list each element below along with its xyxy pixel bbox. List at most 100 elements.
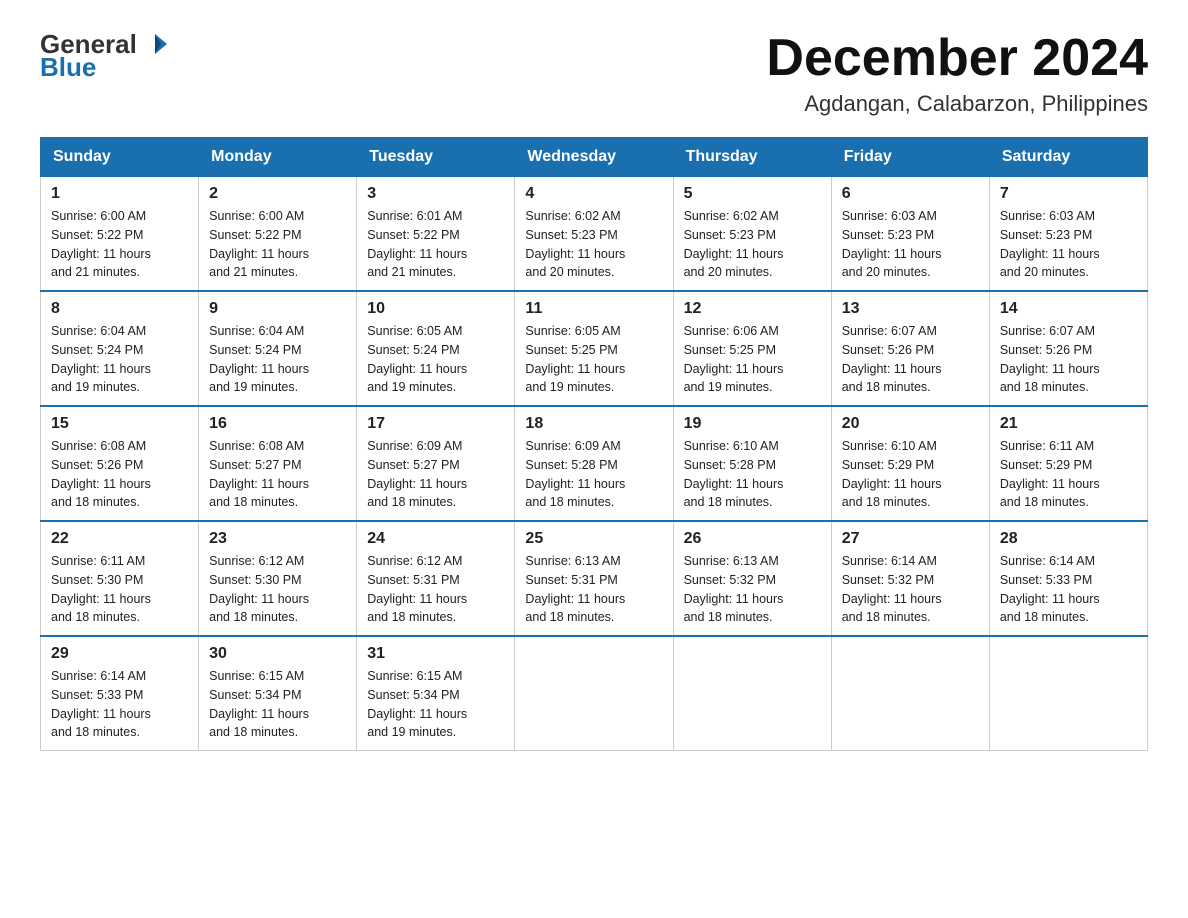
day-info: Sunrise: 6:08 AMSunset: 5:26 PMDaylight:… (51, 439, 151, 509)
calendar-day-cell: 22 Sunrise: 6:11 AMSunset: 5:30 PMDaylig… (41, 521, 199, 636)
day-info: Sunrise: 6:05 AMSunset: 5:25 PMDaylight:… (525, 324, 625, 394)
col-header-monday: Monday (199, 138, 357, 177)
day-info: Sunrise: 6:14 AMSunset: 5:33 PMDaylight:… (1000, 554, 1100, 624)
day-info: Sunrise: 6:12 AMSunset: 5:30 PMDaylight:… (209, 554, 309, 624)
calendar-day-cell: 3 Sunrise: 6:01 AMSunset: 5:22 PMDayligh… (357, 177, 515, 292)
day-info: Sunrise: 6:11 AMSunset: 5:29 PMDaylight:… (1000, 439, 1100, 509)
day-number: 15 (51, 415, 188, 433)
day-info: Sunrise: 6:03 AMSunset: 5:23 PMDaylight:… (1000, 209, 1100, 279)
col-header-friday: Friday (831, 138, 989, 177)
day-number: 2 (209, 185, 346, 203)
calendar-day-cell (989, 636, 1147, 751)
day-number: 16 (209, 415, 346, 433)
calendar-day-cell: 16 Sunrise: 6:08 AMSunset: 5:27 PMDaylig… (199, 406, 357, 521)
calendar-week-row: 1 Sunrise: 6:00 AMSunset: 5:22 PMDayligh… (41, 177, 1148, 292)
logo-blue-text: Blue (40, 54, 169, 80)
day-info: Sunrise: 6:05 AMSunset: 5:24 PMDaylight:… (367, 324, 467, 394)
calendar-day-cell: 24 Sunrise: 6:12 AMSunset: 5:31 PMDaylig… (357, 521, 515, 636)
calendar-week-row: 15 Sunrise: 6:08 AMSunset: 5:26 PMDaylig… (41, 406, 1148, 521)
calendar-day-cell: 9 Sunrise: 6:04 AMSunset: 5:24 PMDayligh… (199, 291, 357, 406)
day-info: Sunrise: 6:14 AMSunset: 5:32 PMDaylight:… (842, 554, 942, 624)
day-info: Sunrise: 6:02 AMSunset: 5:23 PMDaylight:… (525, 209, 625, 279)
calendar-day-cell: 2 Sunrise: 6:00 AMSunset: 5:22 PMDayligh… (199, 177, 357, 292)
day-number: 14 (1000, 300, 1137, 318)
calendar-day-cell: 19 Sunrise: 6:10 AMSunset: 5:28 PMDaylig… (673, 406, 831, 521)
calendar-week-row: 8 Sunrise: 6:04 AMSunset: 5:24 PMDayligh… (41, 291, 1148, 406)
calendar-title: December 2024 (766, 30, 1148, 87)
day-number: 22 (51, 530, 188, 548)
day-info: Sunrise: 6:04 AMSunset: 5:24 PMDaylight:… (51, 324, 151, 394)
day-number: 6 (842, 185, 979, 203)
day-info: Sunrise: 6:14 AMSunset: 5:33 PMDaylight:… (51, 669, 151, 739)
day-number: 5 (684, 185, 821, 203)
day-info: Sunrise: 6:15 AMSunset: 5:34 PMDaylight:… (209, 669, 309, 739)
page-header: General Blue December 2024 Agdangan, Cal… (40, 30, 1148, 117)
day-number: 1 (51, 185, 188, 203)
day-number: 26 (684, 530, 821, 548)
calendar-day-cell: 11 Sunrise: 6:05 AMSunset: 5:25 PMDaylig… (515, 291, 673, 406)
calendar-week-row: 22 Sunrise: 6:11 AMSunset: 5:30 PMDaylig… (41, 521, 1148, 636)
calendar-day-cell (673, 636, 831, 751)
calendar-day-cell: 31 Sunrise: 6:15 AMSunset: 5:34 PMDaylig… (357, 636, 515, 751)
day-number: 11 (525, 300, 662, 318)
col-header-wednesday: Wednesday (515, 138, 673, 177)
day-number: 29 (51, 645, 188, 663)
day-info: Sunrise: 6:12 AMSunset: 5:31 PMDaylight:… (367, 554, 467, 624)
calendar-day-cell: 10 Sunrise: 6:05 AMSunset: 5:24 PMDaylig… (357, 291, 515, 406)
day-info: Sunrise: 6:00 AMSunset: 5:22 PMDaylight:… (209, 209, 309, 279)
calendar-day-cell: 18 Sunrise: 6:09 AMSunset: 5:28 PMDaylig… (515, 406, 673, 521)
day-number: 13 (842, 300, 979, 318)
day-info: Sunrise: 6:10 AMSunset: 5:29 PMDaylight:… (842, 439, 942, 509)
col-header-thursday: Thursday (673, 138, 831, 177)
col-header-tuesday: Tuesday (357, 138, 515, 177)
day-info: Sunrise: 6:07 AMSunset: 5:26 PMDaylight:… (1000, 324, 1100, 394)
calendar-day-cell: 1 Sunrise: 6:00 AMSunset: 5:22 PMDayligh… (41, 177, 199, 292)
day-number: 20 (842, 415, 979, 433)
calendar-day-cell: 12 Sunrise: 6:06 AMSunset: 5:25 PMDaylig… (673, 291, 831, 406)
calendar-week-row: 29 Sunrise: 6:14 AMSunset: 5:33 PMDaylig… (41, 636, 1148, 751)
day-number: 21 (1000, 415, 1137, 433)
day-info: Sunrise: 6:07 AMSunset: 5:26 PMDaylight:… (842, 324, 942, 394)
calendar-day-cell: 8 Sunrise: 6:04 AMSunset: 5:24 PMDayligh… (41, 291, 199, 406)
day-info: Sunrise: 6:06 AMSunset: 5:25 PMDaylight:… (684, 324, 784, 394)
day-number: 7 (1000, 185, 1137, 203)
calendar-day-cell: 17 Sunrise: 6:09 AMSunset: 5:27 PMDaylig… (357, 406, 515, 521)
day-number: 30 (209, 645, 346, 663)
day-number: 8 (51, 300, 188, 318)
day-number: 27 (842, 530, 979, 548)
calendar-day-cell: 25 Sunrise: 6:13 AMSunset: 5:31 PMDaylig… (515, 521, 673, 636)
calendar-day-cell: 27 Sunrise: 6:14 AMSunset: 5:32 PMDaylig… (831, 521, 989, 636)
day-info: Sunrise: 6:09 AMSunset: 5:28 PMDaylight:… (525, 439, 625, 509)
day-number: 19 (684, 415, 821, 433)
calendar-day-cell: 20 Sunrise: 6:10 AMSunset: 5:29 PMDaylig… (831, 406, 989, 521)
calendar-day-cell: 6 Sunrise: 6:03 AMSunset: 5:23 PMDayligh… (831, 177, 989, 292)
day-info: Sunrise: 6:04 AMSunset: 5:24 PMDaylight:… (209, 324, 309, 394)
calendar-day-cell: 4 Sunrise: 6:02 AMSunset: 5:23 PMDayligh… (515, 177, 673, 292)
day-number: 12 (684, 300, 821, 318)
day-number: 28 (1000, 530, 1137, 548)
calendar-table: Sunday Monday Tuesday Wednesday Thursday… (40, 137, 1148, 751)
day-info: Sunrise: 6:02 AMSunset: 5:23 PMDaylight:… (684, 209, 784, 279)
calendar-day-cell: 29 Sunrise: 6:14 AMSunset: 5:33 PMDaylig… (41, 636, 199, 751)
day-info: Sunrise: 6:03 AMSunset: 5:23 PMDaylight:… (842, 209, 942, 279)
calendar-day-cell (515, 636, 673, 751)
day-number: 3 (367, 185, 504, 203)
day-number: 18 (525, 415, 662, 433)
day-number: 31 (367, 645, 504, 663)
calendar-day-cell: 15 Sunrise: 6:08 AMSunset: 5:26 PMDaylig… (41, 406, 199, 521)
day-info: Sunrise: 6:08 AMSunset: 5:27 PMDaylight:… (209, 439, 309, 509)
day-info: Sunrise: 6:11 AMSunset: 5:30 PMDaylight:… (51, 554, 151, 624)
calendar-day-cell: 26 Sunrise: 6:13 AMSunset: 5:32 PMDaylig… (673, 521, 831, 636)
logo: General Blue (40, 30, 169, 80)
day-info: Sunrise: 6:01 AMSunset: 5:22 PMDaylight:… (367, 209, 467, 279)
day-number: 25 (525, 530, 662, 548)
calendar-day-cell (831, 636, 989, 751)
col-header-sunday: Sunday (41, 138, 199, 177)
calendar-day-cell: 30 Sunrise: 6:15 AMSunset: 5:34 PMDaylig… (199, 636, 357, 751)
calendar-subtitle: Agdangan, Calabarzon, Philippines (766, 91, 1148, 117)
calendar-day-cell: 14 Sunrise: 6:07 AMSunset: 5:26 PMDaylig… (989, 291, 1147, 406)
day-number: 10 (367, 300, 504, 318)
day-number: 24 (367, 530, 504, 548)
day-info: Sunrise: 6:09 AMSunset: 5:27 PMDaylight:… (367, 439, 467, 509)
calendar-day-cell: 7 Sunrise: 6:03 AMSunset: 5:23 PMDayligh… (989, 177, 1147, 292)
